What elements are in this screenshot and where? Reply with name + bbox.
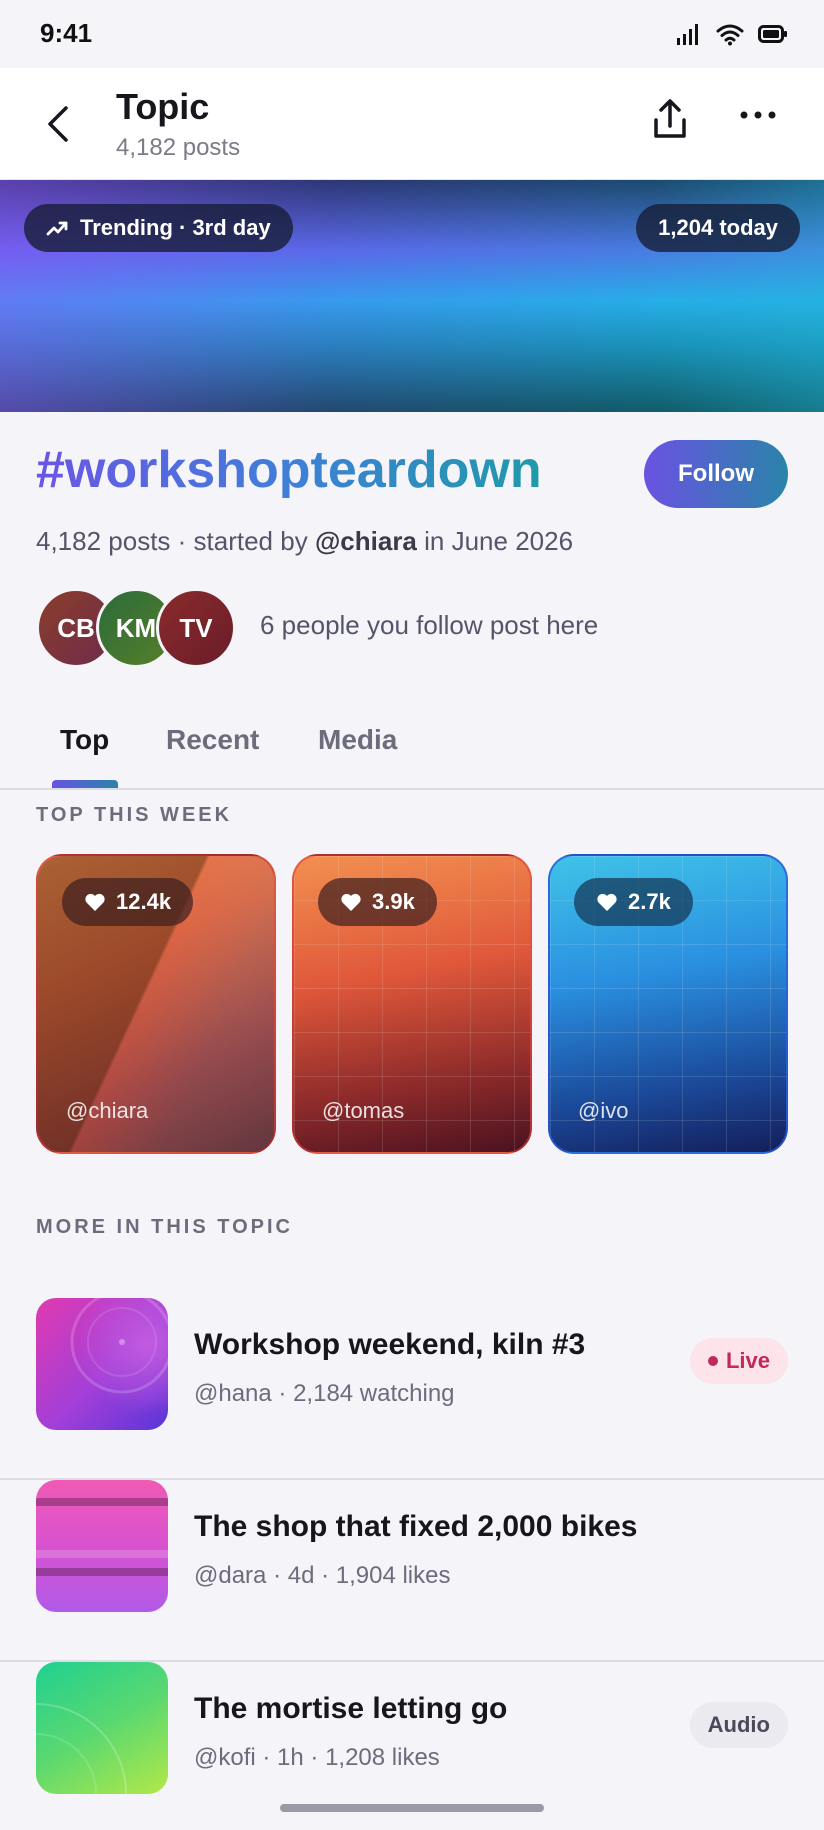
- wifi-icon: [716, 24, 744, 46]
- heart-icon: [341, 893, 361, 911]
- follow-button[interactable]: Follow: [644, 440, 788, 508]
- post-thumbnail: [36, 1298, 168, 1430]
- followers-note: 6 people you follow post here: [260, 610, 599, 640]
- list-item[interactable]: Workshop weekend, kiln #3 @hana · 2,184 …: [0, 1298, 824, 1480]
- trending-up-icon: [46, 221, 68, 236]
- card-handle: @chiara: [66, 1098, 149, 1123]
- likes-count: 2.7k: [628, 889, 671, 914]
- topic-meta: 4,182 posts · started by @chiara in June…: [36, 526, 573, 557]
- list-item-subtitle: @hana · 2,184 watching: [194, 1380, 455, 1407]
- topic-meta-suffix: in June 2026: [416, 526, 574, 556]
- tab-media[interactable]: Media: [318, 724, 397, 756]
- top-post-card[interactable]: 12.4k @chiara: [36, 854, 276, 1154]
- battery-icon: [758, 25, 787, 43]
- trending-badge: Trending · 3rd day: [24, 204, 293, 252]
- today-count: 1,204 today: [658, 215, 778, 240]
- status-icons: [676, 22, 788, 46]
- live-dot-icon: [707, 1356, 718, 1366]
- post-thumbnail: [36, 1480, 168, 1612]
- live-badge: Live: [689, 1338, 788, 1384]
- list-item-subtitle: @kofi · 1h · 1,208 likes: [194, 1744, 440, 1771]
- status-bar: 9:41: [0, 0, 824, 68]
- status-time: 9:41: [40, 18, 93, 48]
- page-subtitle: 4,182 posts: [116, 134, 241, 161]
- share-button[interactable]: [650, 98, 698, 150]
- follower-avatars[interactable]: CB KM TV: [36, 588, 236, 668]
- list-item-subtitle: @dara · 4d · 1,904 likes: [194, 1562, 451, 1589]
- post-thumbnail: [36, 1662, 168, 1794]
- more-button[interactable]: [738, 108, 786, 140]
- back-button[interactable]: [36, 98, 80, 150]
- tab-indicator: [52, 780, 118, 788]
- thumbnail-art: [36, 1703, 127, 1794]
- list-item-title: The shop that fixed 2,000 bikes: [194, 1510, 638, 1543]
- thumbnail-art: [36, 1498, 168, 1576]
- more-icon: [740, 111, 776, 119]
- hero-banner: Trending · 3rd day 1,204 today: [0, 180, 824, 412]
- topic-creator-link[interactable]: @chiara: [315, 526, 417, 556]
- section-heading-top-week: TOP THIS WEEK: [36, 804, 233, 826]
- list-item[interactable]: The shop that fixed 2,000 bikes @dara · …: [0, 1480, 824, 1662]
- topic-meta-prefix: 4,182 posts · started by: [36, 526, 315, 556]
- likes-pill: 3.9k: [318, 878, 437, 926]
- page-title: Topic: [116, 86, 210, 127]
- likes-count: 12.4k: [116, 889, 172, 914]
- app-header: Topic 4,182 posts: [0, 68, 824, 180]
- card-handle: @ivo: [578, 1098, 629, 1123]
- list-item-title: Workshop weekend, kiln #3: [194, 1328, 586, 1361]
- heart-icon: [597, 893, 617, 911]
- likes-pill: 2.7k: [574, 878, 693, 926]
- section-heading-more: MORE IN THIS TOPIC: [36, 1216, 293, 1238]
- likes-pill: 12.4k: [62, 878, 194, 926]
- thumbnail-art: [70, 1298, 168, 1394]
- chevron-left-icon: [48, 106, 68, 142]
- live-badge-label: Live: [725, 1348, 770, 1373]
- topic-hashtag: #workshopteardown: [36, 441, 542, 499]
- tab-bar: Top Recent Media: [0, 700, 824, 790]
- audio-badge-label: Audio: [707, 1712, 770, 1737]
- signal-icon: [677, 24, 698, 45]
- home-indicator[interactable]: [280, 1804, 544, 1812]
- top-post-card[interactable]: 2.7k @ivo: [548, 854, 788, 1154]
- tab-top[interactable]: Top: [60, 724, 109, 756]
- likes-count: 3.9k: [372, 889, 415, 914]
- audio-badge: Audio: [689, 1702, 788, 1748]
- share-icon: [654, 99, 686, 138]
- avatar: TV: [156, 588, 236, 668]
- list-item-title: The mortise letting go: [194, 1692, 508, 1725]
- today-count-badge: 1,204 today: [636, 204, 800, 252]
- card-handle: @tomas: [322, 1098, 405, 1123]
- trending-label: Trending · 3rd day: [80, 215, 271, 240]
- tab-recent[interactable]: Recent: [166, 724, 259, 756]
- top-post-card[interactable]: 3.9k @tomas: [292, 854, 532, 1154]
- heart-icon: [85, 893, 105, 911]
